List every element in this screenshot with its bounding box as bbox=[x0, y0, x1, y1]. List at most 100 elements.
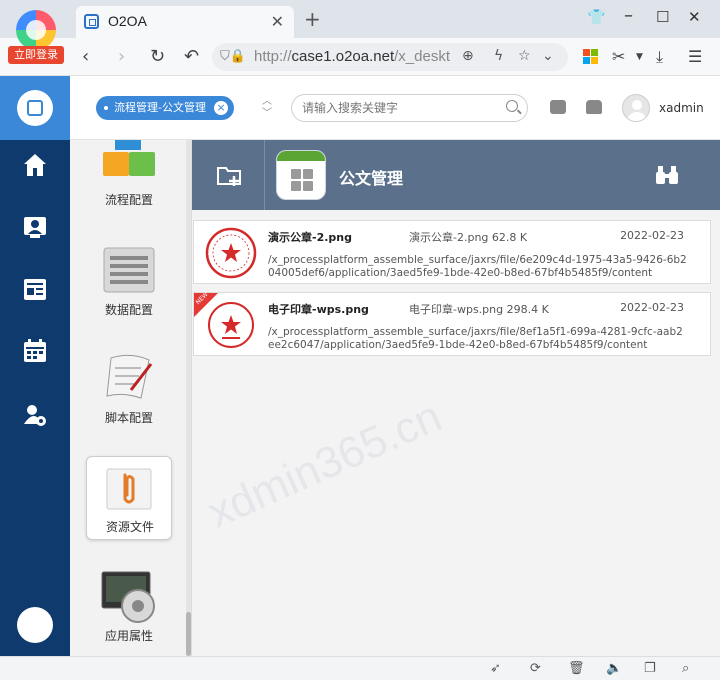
news-icon bbox=[24, 279, 46, 300]
config-scrollbar[interactable] bbox=[186, 140, 191, 656]
config-column: 流程配置 数据配置 脚本配置 资源文件 应用属性 bbox=[70, 140, 192, 656]
search-box[interactable] bbox=[291, 94, 528, 122]
browser-tab[interactable]: O2OA ✕ bbox=[76, 6, 294, 38]
app-properties-icon bbox=[101, 571, 155, 623]
window-icon[interactable]: ❐ bbox=[644, 661, 656, 676]
close-window-icon[interactable]: ✕ bbox=[688, 8, 701, 26]
scissors-dropdown-icon[interactable]: ▼ bbox=[636, 52, 643, 62]
scissors-icon[interactable]: ✂ bbox=[612, 47, 625, 66]
back-icon[interactable]: ‹ bbox=[82, 46, 89, 67]
new-badge: NEW bbox=[194, 291, 218, 317]
forward-icon[interactable]: › bbox=[118, 46, 125, 67]
url-bar[interactable]: ⛉🔒 http://case1.o2oa.net/x_deskt ⊕ ϟ ☆ ⌄ bbox=[212, 43, 568, 71]
config-item-label: 流程配置 bbox=[104, 193, 153, 207]
browser-titlebar: O2OA ✕ + 👕 – ☐ ✕ bbox=[0, 0, 720, 38]
app-home-button[interactable] bbox=[0, 76, 70, 140]
nav-user-settings[interactable] bbox=[0, 390, 70, 440]
breadcrumb-label: 流程管理-公文管理 bbox=[114, 101, 206, 114]
search-zoom-icon[interactable]: ⌕ bbox=[682, 661, 689, 676]
username[interactable]: xadmin bbox=[659, 101, 704, 115]
config-item-label: 应用属性 bbox=[104, 629, 153, 643]
sound-icon[interactable]: 🔈 bbox=[606, 661, 622, 676]
config-item-script[interactable]: 脚本配置 bbox=[86, 346, 172, 430]
maximize-icon[interactable]: ☐ bbox=[656, 8, 669, 26]
config-item-process[interactable]: 流程配置 bbox=[86, 140, 172, 212]
scroll-arrows-icon[interactable]: ︿ ﹀ bbox=[262, 96, 272, 120]
home-icon bbox=[24, 154, 46, 176]
trash-icon[interactable]: 🗑 bbox=[568, 661, 585, 676]
download-icon[interactable]: ⤓ bbox=[656, 47, 663, 67]
script-config-icon bbox=[106, 354, 153, 399]
config-item-label: 脚本配置 bbox=[104, 411, 153, 425]
nav-contacts[interactable] bbox=[0, 202, 70, 252]
undo-icon[interactable]: ↶ bbox=[184, 46, 199, 67]
nav-user-avatar[interactable] bbox=[17, 607, 53, 643]
file-name[interactable]: 演示公章-2.png bbox=[268, 229, 352, 245]
tab-close-icon[interactable]: ✕ bbox=[271, 12, 284, 31]
address-toolbar: ‹ › ↻ ↶ ⛉🔒 http://case1.o2oa.net/x_deskt… bbox=[0, 38, 720, 76]
url-text[interactable]: http://case1.o2oa.net/x_deskt bbox=[254, 48, 450, 65]
process-config-icon bbox=[103, 140, 155, 176]
skin-shirt-icon[interactable] bbox=[586, 100, 602, 114]
file-path: /x_processplatform_assemble_surface/jaxr… bbox=[268, 254, 687, 279]
file-meta: 电子印章-wps.png 298.4 K bbox=[409, 303, 549, 316]
file-date: 2022-02-23 bbox=[620, 229, 684, 242]
minimize-icon[interactable]: – bbox=[624, 5, 633, 26]
config-item-data[interactable]: 数据配置 bbox=[86, 238, 172, 322]
add-folder-icon[interactable] bbox=[216, 164, 242, 188]
data-config-icon bbox=[103, 247, 155, 293]
resource-file-icon bbox=[106, 468, 152, 510]
calendar-icon bbox=[24, 339, 46, 362]
nav-calendar[interactable] bbox=[0, 326, 70, 376]
app-icon bbox=[276, 150, 326, 200]
reload-icon[interactable]: ↻ bbox=[150, 46, 165, 67]
skin-icon[interactable]: 👕 bbox=[587, 8, 606, 26]
apps-icon[interactable] bbox=[583, 49, 598, 64]
login-button[interactable]: 立即登录 bbox=[8, 46, 64, 64]
user-settings-icon bbox=[24, 405, 46, 426]
shield-icon[interactable]: ⛉🔒 bbox=[220, 49, 246, 64]
chevron-down-icon[interactable]: ⌄ bbox=[542, 48, 554, 64]
seal-thumbnail-icon bbox=[205, 227, 257, 279]
zoom-icon[interactable]: ⊕ bbox=[462, 48, 474, 64]
close-pill-icon[interactable]: × bbox=[213, 101, 228, 115]
file-card[interactable]: NEW 电子印章-wps.png 电子印章-wps.png 298.4 K 20… bbox=[193, 291, 711, 356]
main-panel: 公文管理 演示公章-2.png 演示公章-2.png 62.8 K 2022-0… bbox=[192, 140, 720, 656]
nav-news[interactable] bbox=[0, 264, 70, 314]
tab-title: O2OA bbox=[108, 13, 147, 29]
file-date: 2022-02-23 bbox=[620, 301, 684, 314]
config-item-label: 资源文件 bbox=[105, 520, 154, 534]
app-title-bar: 公文管理 bbox=[192, 140, 720, 210]
accelerate-icon[interactable]: ⟳ bbox=[530, 661, 541, 676]
more-icon[interactable]: ☰ bbox=[688, 47, 702, 66]
nav-home[interactable] bbox=[0, 140, 70, 190]
star-icon[interactable]: ☆ bbox=[518, 48, 531, 64]
message-icon[interactable] bbox=[550, 100, 566, 114]
config-scrollbar-thumb[interactable] bbox=[186, 612, 191, 656]
new-tab-icon[interactable]: + bbox=[304, 7, 321, 31]
file-meta: 演示公章-2.png 62.8 K bbox=[409, 231, 528, 244]
breadcrumb-pill[interactable]: 流程管理-公文管理 × bbox=[96, 96, 234, 120]
flash-icon[interactable]: ϟ bbox=[494, 48, 503, 64]
app-title: 公文管理 bbox=[339, 169, 404, 188]
rocket-icon[interactable]: ➶ bbox=[490, 661, 501, 676]
config-item-properties[interactable]: 应用属性 bbox=[86, 564, 172, 648]
config-item-resource[interactable]: 资源文件 bbox=[86, 456, 172, 540]
binoculars-icon[interactable] bbox=[654, 164, 680, 186]
app-header: 流程管理-公文管理 × ︿﹀ xadmin bbox=[0, 76, 720, 140]
config-item-label: 数据配置 bbox=[104, 303, 153, 317]
browser-statusbar: ➶ ⟳ 🗑 🔈 ❐ ⌕ bbox=[0, 656, 720, 680]
browser-logo[interactable]: 立即登录 bbox=[8, 8, 64, 64]
avatar[interactable] bbox=[622, 94, 650, 122]
search-icon[interactable] bbox=[506, 100, 518, 112]
left-nav bbox=[0, 140, 70, 656]
o2oa-logo-icon bbox=[17, 90, 53, 126]
search-input[interactable] bbox=[302, 99, 492, 117]
browser-logo-icon bbox=[16, 10, 56, 50]
file-name[interactable]: 电子印章-wps.png bbox=[268, 301, 369, 317]
divider bbox=[264, 140, 265, 210]
o2oa-favicon-icon bbox=[84, 14, 99, 29]
file-path: /x_processplatform_assemble_surface/jaxr… bbox=[268, 326, 683, 351]
file-card[interactable]: 演示公章-2.png 演示公章-2.png 62.8 K 2022-02-23 … bbox=[193, 220, 711, 284]
contacts-icon bbox=[24, 217, 46, 238]
